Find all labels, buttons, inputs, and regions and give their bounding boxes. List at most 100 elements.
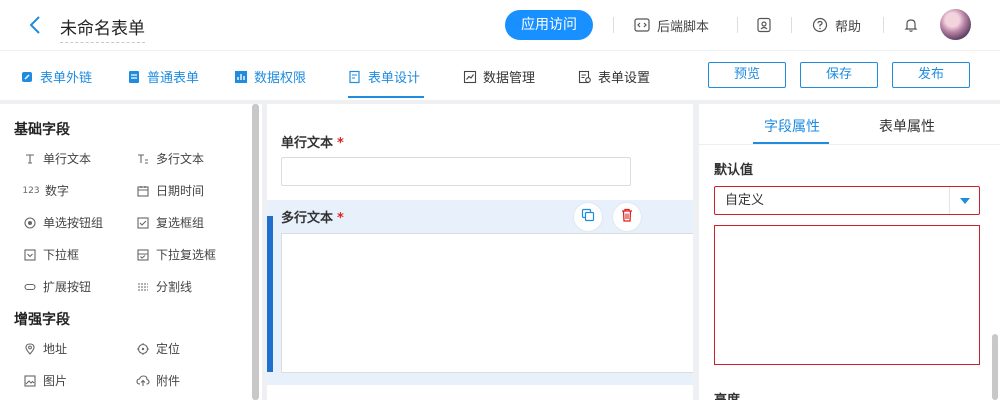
- trash-icon: [620, 208, 634, 226]
- delete-field-button[interactable]: [613, 203, 641, 231]
- header-divider: [883, 17, 884, 33]
- help-label: 帮助: [835, 19, 862, 35]
- field-item-label: 分割线: [156, 280, 193, 294]
- field-palette: 基础字段 单行文本 多行文本 123 数字 日期时间 单选按钮组 复选框组 下拉…: [0, 104, 262, 400]
- caret-down-icon: [949, 187, 979, 214]
- copy-field-button[interactable]: [574, 203, 602, 231]
- user-avatar[interactable]: [940, 9, 971, 40]
- field-item-dropdown-multi[interactable]: 下拉复选框: [136, 246, 216, 263]
- field-palette-scrollbar[interactable]: [252, 104, 259, 400]
- dropdown-multi-icon: [136, 248, 150, 262]
- default-value-label: 默认值: [714, 163, 754, 178]
- tab-form-design[interactable]: 表单设计: [348, 67, 420, 86]
- tab-form-settings[interactable]: 表单设置: [578, 67, 650, 86]
- contact-card-icon[interactable]: [755, 16, 773, 34]
- backend-script-button[interactable]: 后端脚本: [633, 15, 709, 35]
- field-item-multi-line[interactable]: 多行文本: [136, 150, 204, 167]
- field-item-label: 单选按钮组: [43, 216, 104, 230]
- extend-button-icon: [23, 280, 37, 294]
- header-divider: [613, 17, 614, 33]
- field-item-image[interactable]: 图片: [23, 372, 67, 389]
- backend-script-label: 后端脚本: [657, 19, 710, 35]
- preview-button[interactable]: 预览: [708, 62, 786, 88]
- help-button[interactable]: 帮助: [811, 15, 861, 35]
- back-arrow-icon[interactable]: [26, 13, 46, 37]
- bar-chart-icon: [234, 70, 248, 84]
- field-label-multi: 多行文本 *: [281, 207, 344, 226]
- bell-icon[interactable]: [902, 16, 920, 34]
- field-item-checkbox-group[interactable]: 复选框组: [136, 214, 204, 231]
- link-icon: [20, 70, 34, 84]
- properties-scrollbar[interactable]: [992, 334, 998, 400]
- field-item-radio-group[interactable]: 单选按钮组: [23, 214, 103, 231]
- tab-form-properties[interactable]: 表单属性: [879, 116, 935, 136]
- active-tab-indicator: [348, 96, 424, 98]
- field-item-extend-button[interactable]: 扩展按钮: [23, 278, 91, 295]
- tab-data-management[interactable]: 数据管理: [463, 67, 535, 86]
- tab-normal-form[interactable]: 普通表单: [127, 67, 199, 86]
- number-icon: 123: [22, 185, 40, 196]
- field-label-single: 单行文本 *: [281, 132, 344, 151]
- field-item-attachment[interactable]: 附件: [136, 372, 180, 389]
- tab-label: 表单外链: [40, 71, 93, 86]
- field-item-label: 附件: [156, 374, 181, 388]
- form-icon: [127, 70, 141, 84]
- field-item-datetime[interactable]: 日期时间: [136, 182, 204, 199]
- tab-label: 数据管理: [483, 71, 536, 86]
- code-icon: [633, 16, 651, 34]
- field-item-number[interactable]: 123 数字: [22, 182, 70, 199]
- calendar-icon: [136, 184, 150, 198]
- field-item-label: 多行文本: [156, 152, 205, 166]
- form-title[interactable]: 未命名表单: [60, 14, 145, 43]
- field-item-label: 图片: [43, 374, 68, 388]
- field-label-text: 多行文本: [281, 211, 334, 226]
- dropdown-icon: [23, 248, 37, 262]
- default-value-selected: 自定义: [725, 193, 765, 208]
- app-visit-button[interactable]: 应用访问: [505, 10, 593, 40]
- default-value-textarea[interactable]: [714, 225, 980, 365]
- field-item-dropdown[interactable]: 下拉框: [23, 246, 79, 263]
- header-divider: [791, 17, 792, 33]
- tab-form-link[interactable]: 表单外链: [20, 67, 92, 86]
- checkbox-icon: [136, 216, 150, 230]
- top-tab-bar: 表单外链 普通表单 数据权限 表单设计 数据管理 表单设置 预览 保存 发布: [0, 50, 1000, 100]
- target-icon: [136, 342, 150, 356]
- field-item-single-line[interactable]: 单行文本: [23, 150, 91, 167]
- section-title-basic: 基础字段: [14, 122, 70, 138]
- tab-label: 表单设计: [368, 71, 421, 86]
- tab-label: 普通表单: [147, 71, 200, 86]
- form-canvas: 单行文本 * 多行文本 *: [267, 104, 693, 400]
- field-item-label: 数字: [45, 184, 70, 198]
- required-mark: *: [337, 211, 344, 226]
- publish-button[interactable]: 发布: [892, 62, 970, 88]
- multi-line-textarea[interactable]: [281, 233, 693, 373]
- question-circle-icon: [811, 16, 829, 34]
- properties-divider: [699, 144, 1000, 145]
- tab-label: 数据权限: [254, 71, 307, 86]
- field-item-label: 下拉框: [43, 248, 80, 262]
- field-item-label: 定位: [156, 342, 181, 356]
- header-divider: [737, 17, 738, 33]
- edit-icon: [348, 70, 362, 84]
- field-item-label: 扩展按钮: [43, 280, 92, 294]
- field-item-label: 下拉复选框: [156, 248, 217, 262]
- cloud-upload-icon: [136, 374, 150, 388]
- tab-field-properties[interactable]: 字段属性: [764, 116, 820, 136]
- save-button[interactable]: 保存: [800, 62, 878, 88]
- field-item-label: 复选框组: [156, 216, 205, 230]
- field-item-address[interactable]: 地址: [23, 340, 67, 357]
- tab-data-permission[interactable]: 数据权限: [234, 67, 306, 86]
- field-item-divider[interactable]: 分割线: [136, 278, 192, 295]
- field-label-text: 单行文本: [281, 136, 334, 151]
- line-chart-icon: [463, 70, 477, 84]
- field-item-label: 日期时间: [156, 184, 205, 198]
- single-line-text-icon: [23, 152, 37, 166]
- single-line-input[interactable]: [281, 157, 631, 186]
- properties-panel: 字段属性 表单属性 默认值 自定义 高度: [699, 104, 1000, 400]
- field-item-label: 地址: [43, 342, 68, 356]
- required-mark: *: [337, 136, 344, 151]
- field-item-position[interactable]: 定位: [136, 340, 180, 357]
- divider-icon: [136, 280, 150, 294]
- default-value-select[interactable]: 自定义: [714, 186, 980, 215]
- multi-line-text-icon: [136, 152, 150, 166]
